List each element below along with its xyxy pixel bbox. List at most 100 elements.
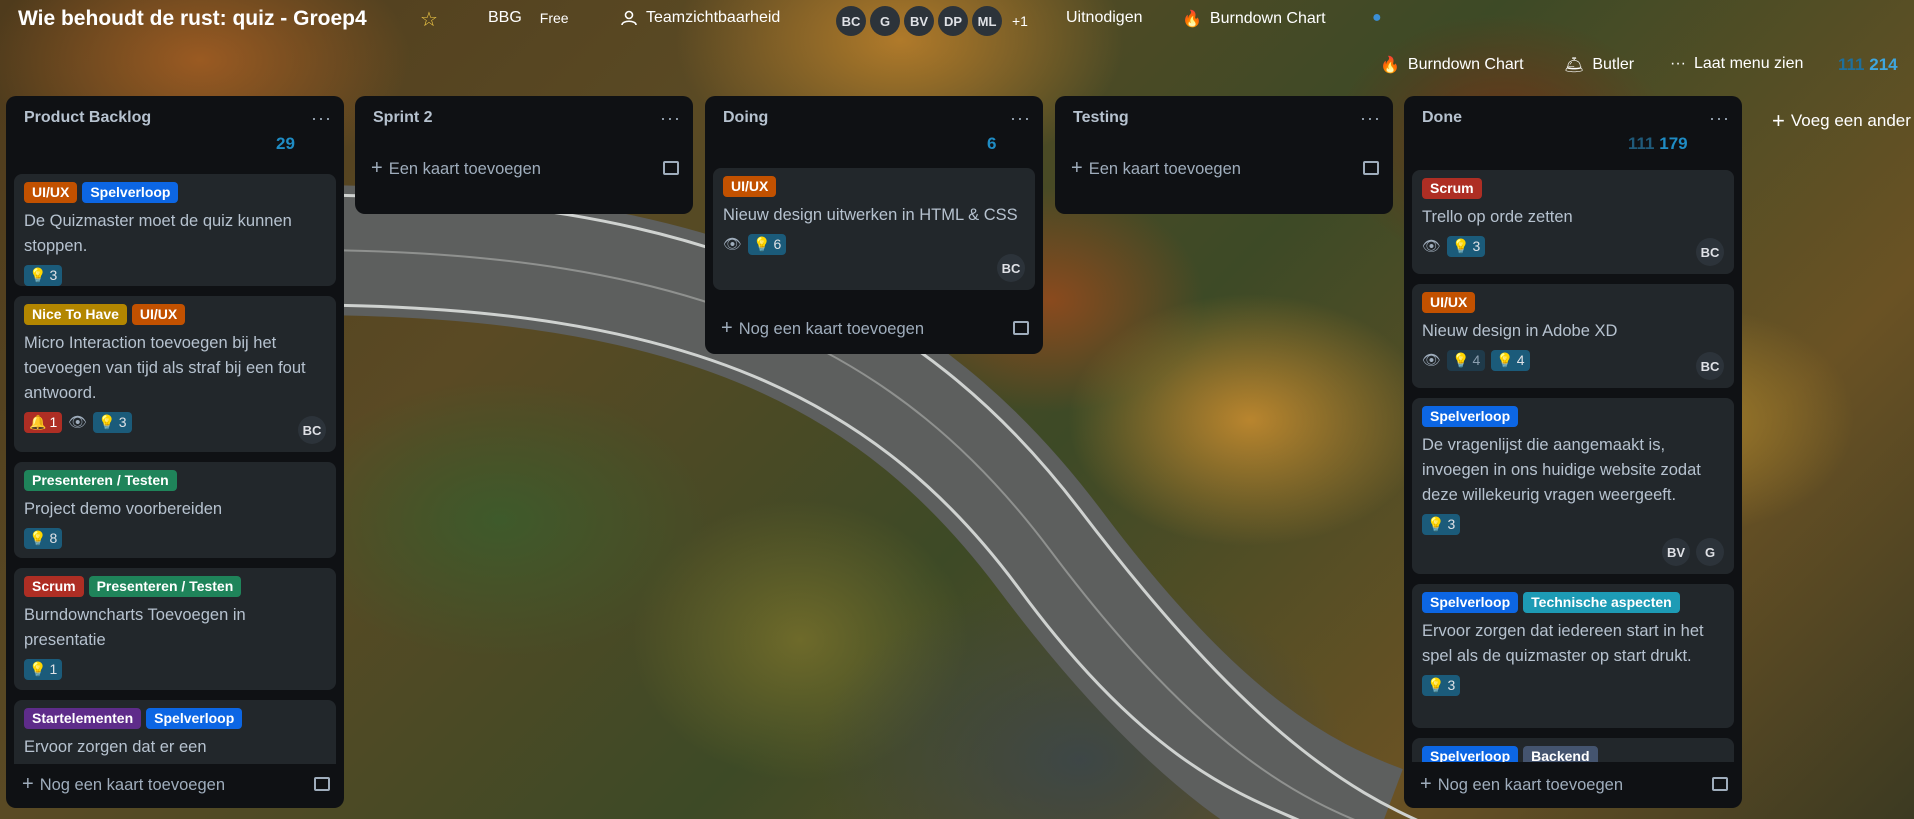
burndown-chart-powerup[interactable]: 🔥 Burndown Chart [1380,55,1524,75]
template-icon[interactable] [314,777,330,791]
list-testing: Testing ··· + Een kaart toevoegen [1055,96,1393,214]
plus-icon: + [1772,108,1785,133]
avatar[interactable]: G [1696,538,1724,566]
avatar[interactable]: BC [1696,352,1724,380]
list-title[interactable]: Product Backlog [24,109,151,127]
lamp-badge: 💡 3 [93,411,132,433]
list-title[interactable]: Done [1422,109,1462,127]
burndown-chart-button[interactable]: 🔥 Burndown Chart [1182,9,1326,29]
card-title: De vragenlijst die aangemaakt is, invoeg… [1422,436,1701,504]
add-card-button[interactable]: + Een kaart toevoegen [1055,146,1393,190]
list-title[interactable]: Sprint 2 [373,109,433,127]
avatar[interactable]: BV [904,6,934,36]
member-avatars: BC G BV DP ML +1 [836,6,1028,36]
counter-bright: 214 [1869,55,1898,74]
eye-icon: 👁 [1422,352,1442,369]
add-card-button[interactable]: + Nog een kaart toevoegen [6,762,344,806]
avatar[interactable]: ML [972,6,1002,36]
avatar[interactable]: BC [997,254,1025,282]
flame-icon: 🔥 [1380,57,1400,74]
invite-button[interactable]: Uitnodigen [1066,9,1143,27]
lamp-count: 3 [1447,516,1456,532]
template-icon[interactable] [663,161,679,175]
add-list-button[interactable]: + Voeg een ander [1772,108,1911,134]
more-members[interactable]: +1 [1012,13,1028,29]
list-count: 6 [987,134,997,153]
plus-icon: + [371,156,383,179]
eye-icon: 👁 [1422,238,1442,255]
show-menu-button[interactable]: ··· Laat menu zien [1670,55,1803,73]
add-card-label: Nog een kaart toevoegen [738,319,924,338]
lamp-icon: 💡 [29,266,47,283]
people-icon [621,10,637,26]
lamp-icon: 💡 [1427,676,1445,693]
lamp-count: 3 [1447,677,1456,693]
alert-badge: 🔔 1 [24,411,63,433]
add-card-button[interactable]: + Nog een kaart toevoegen [1404,762,1742,806]
label-startelementen: Startelementen [24,708,142,729]
more-icon[interactable]: ··· [660,108,681,129]
show-menu-label: Laat menu zien [1693,55,1804,72]
avatar[interactable]: G [870,6,900,36]
plus-icon: + [22,772,34,795]
card[interactable]: Scrum Presenteren / Testen Burndownchart… [14,568,336,690]
plan-badge: Free [539,10,569,26]
template-icon[interactable] [1712,777,1728,791]
butler-icon: 🛎 [1564,57,1585,74]
flame-icon: 🔥 [1182,11,1202,28]
card[interactable]: Scrum Trello op orde zetten 👁 💡 3 BC [1412,170,1734,274]
eye-icon: 👁 [723,236,743,253]
card[interactable]: Spelverloop De vragenlijst die aangemaak… [1412,398,1734,574]
workspace-button[interactable]: BBG Free [488,9,569,27]
add-card-label: Nog een kaart toevoegen [1437,775,1623,794]
lamp-count: 3 [1472,238,1481,254]
avatar[interactable]: BC [836,6,866,36]
avatar[interactable]: BC [1696,238,1724,266]
burndown-chart-label: Burndown Chart [1209,10,1326,27]
add-card-button[interactable]: + Nog een kaart toevoegen [705,306,1043,350]
lamp-badge: 💡 3 [1422,513,1461,535]
power-up-icon[interactable]: ● [1372,9,1382,27]
avatar[interactable]: DP [938,6,968,36]
card[interactable]: Nice To Have UI/UX Micro Interaction toe… [14,296,336,452]
template-icon[interactable] [1013,321,1029,335]
board-title[interactable]: Wie behoudt de rust: quiz - Groep4 [18,7,367,31]
more-icon[interactable]: ··· [311,108,332,129]
butler-button[interactable]: 🛎 Butler [1564,55,1634,75]
bell-icon: 🔔 [29,413,47,430]
workspace-name: BBG [488,9,522,26]
visibility-button[interactable]: Teamzichtbaarheid [620,9,780,27]
card[interactable]: UI/UX Spelverloop De Quizmaster moet de … [14,174,336,286]
card[interactable]: UI/UX Nieuw design in Adobe XD 👁 💡 4 💡 4 B… [1412,284,1734,388]
add-card-button[interactable]: + Een kaart toevoegen [355,146,693,190]
more-icon[interactable]: ··· [1010,108,1031,129]
add-card-label: Een kaart toevoegen [1088,159,1241,178]
avatar[interactable]: BV [1662,538,1690,566]
lamp-badge: 💡 1 [24,658,63,680]
more-icon[interactable]: ··· [1709,108,1730,129]
label-technische-aspecten: Technische aspecten [1523,592,1680,613]
more-icon[interactable]: ··· [1360,108,1381,129]
add-list-label: Voeg een ander [1790,111,1911,130]
card[interactable]: UI/UX Nieuw design uitwerken in HTML & C… [713,168,1035,290]
list-title[interactable]: Doing [723,109,768,127]
lamp-icon: 💡 [98,413,116,430]
card[interactable]: Spelverloop Technische aspecten Ervoor z… [1412,584,1734,728]
avatar[interactable]: BC [298,416,326,444]
add-card-label: Een kaart toevoegen [388,159,541,178]
visibility-label: Teamzichtbaarheid [646,9,781,26]
lamp-count: 1 [49,661,58,677]
list-title[interactable]: Testing [1073,109,1129,127]
card[interactable]: Presenteren / Testen Project demo voorbe… [14,462,336,558]
plus-icon: + [721,316,733,339]
lamp-badge: 💡 3 [24,264,63,286]
more-icon: ··· [1670,55,1686,72]
card-title: Burndowncharts Toevoegen in presentatie [24,606,246,649]
plus-icon: + [1071,156,1083,179]
label-ui-ux: UI/UX [131,304,186,325]
star-icon[interactable]: ☆ [420,7,438,32]
list-product-backlog: Product Backlog ··· 29 UI/UX Spelverloop… [6,96,344,808]
card[interactable]: Startelementen Spelverloop Ervoor zorgen… [14,700,336,764]
lamp-count: 4 [1472,352,1481,368]
template-icon[interactable] [1363,161,1379,175]
